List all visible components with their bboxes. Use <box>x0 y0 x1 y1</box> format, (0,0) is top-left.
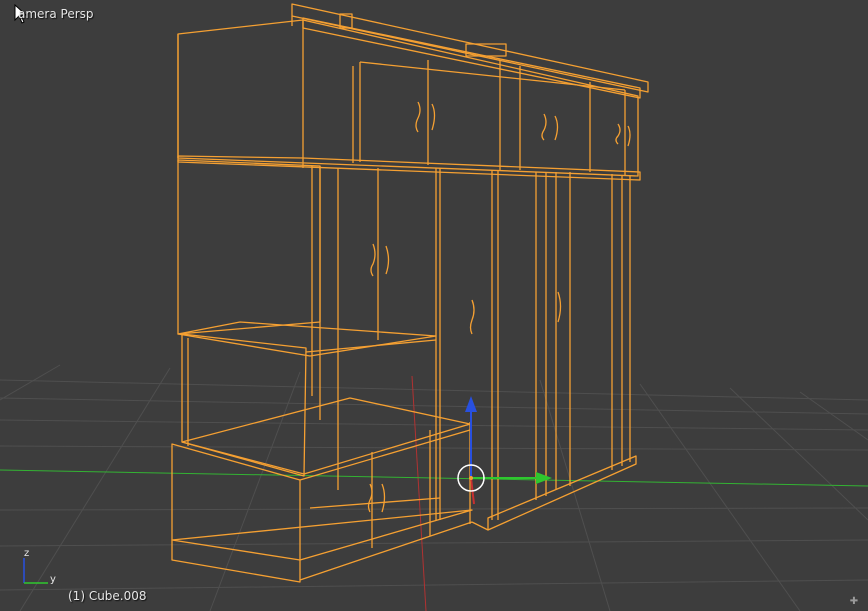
mini-axis-y-label: y <box>50 574 56 585</box>
transform-manipulator-icon[interactable] <box>457 396 552 505</box>
ground-grid <box>0 364 868 611</box>
y-axis-line <box>0 469 868 487</box>
3d-viewport[interactable]: z y amera Persp (1) Cube.008 ✚ <box>0 0 868 611</box>
area-split-handle-icon[interactable]: ✚ <box>846 596 862 608</box>
selected-object-wireframe[interactable] <box>171 3 649 583</box>
active-object-label: (1) Cube.008 <box>68 589 147 603</box>
scene-canvas[interactable]: z y <box>0 0 868 611</box>
view-name-label: amera Persp <box>18 7 94 21</box>
mini-axis-z-label: z <box>24 548 29 559</box>
